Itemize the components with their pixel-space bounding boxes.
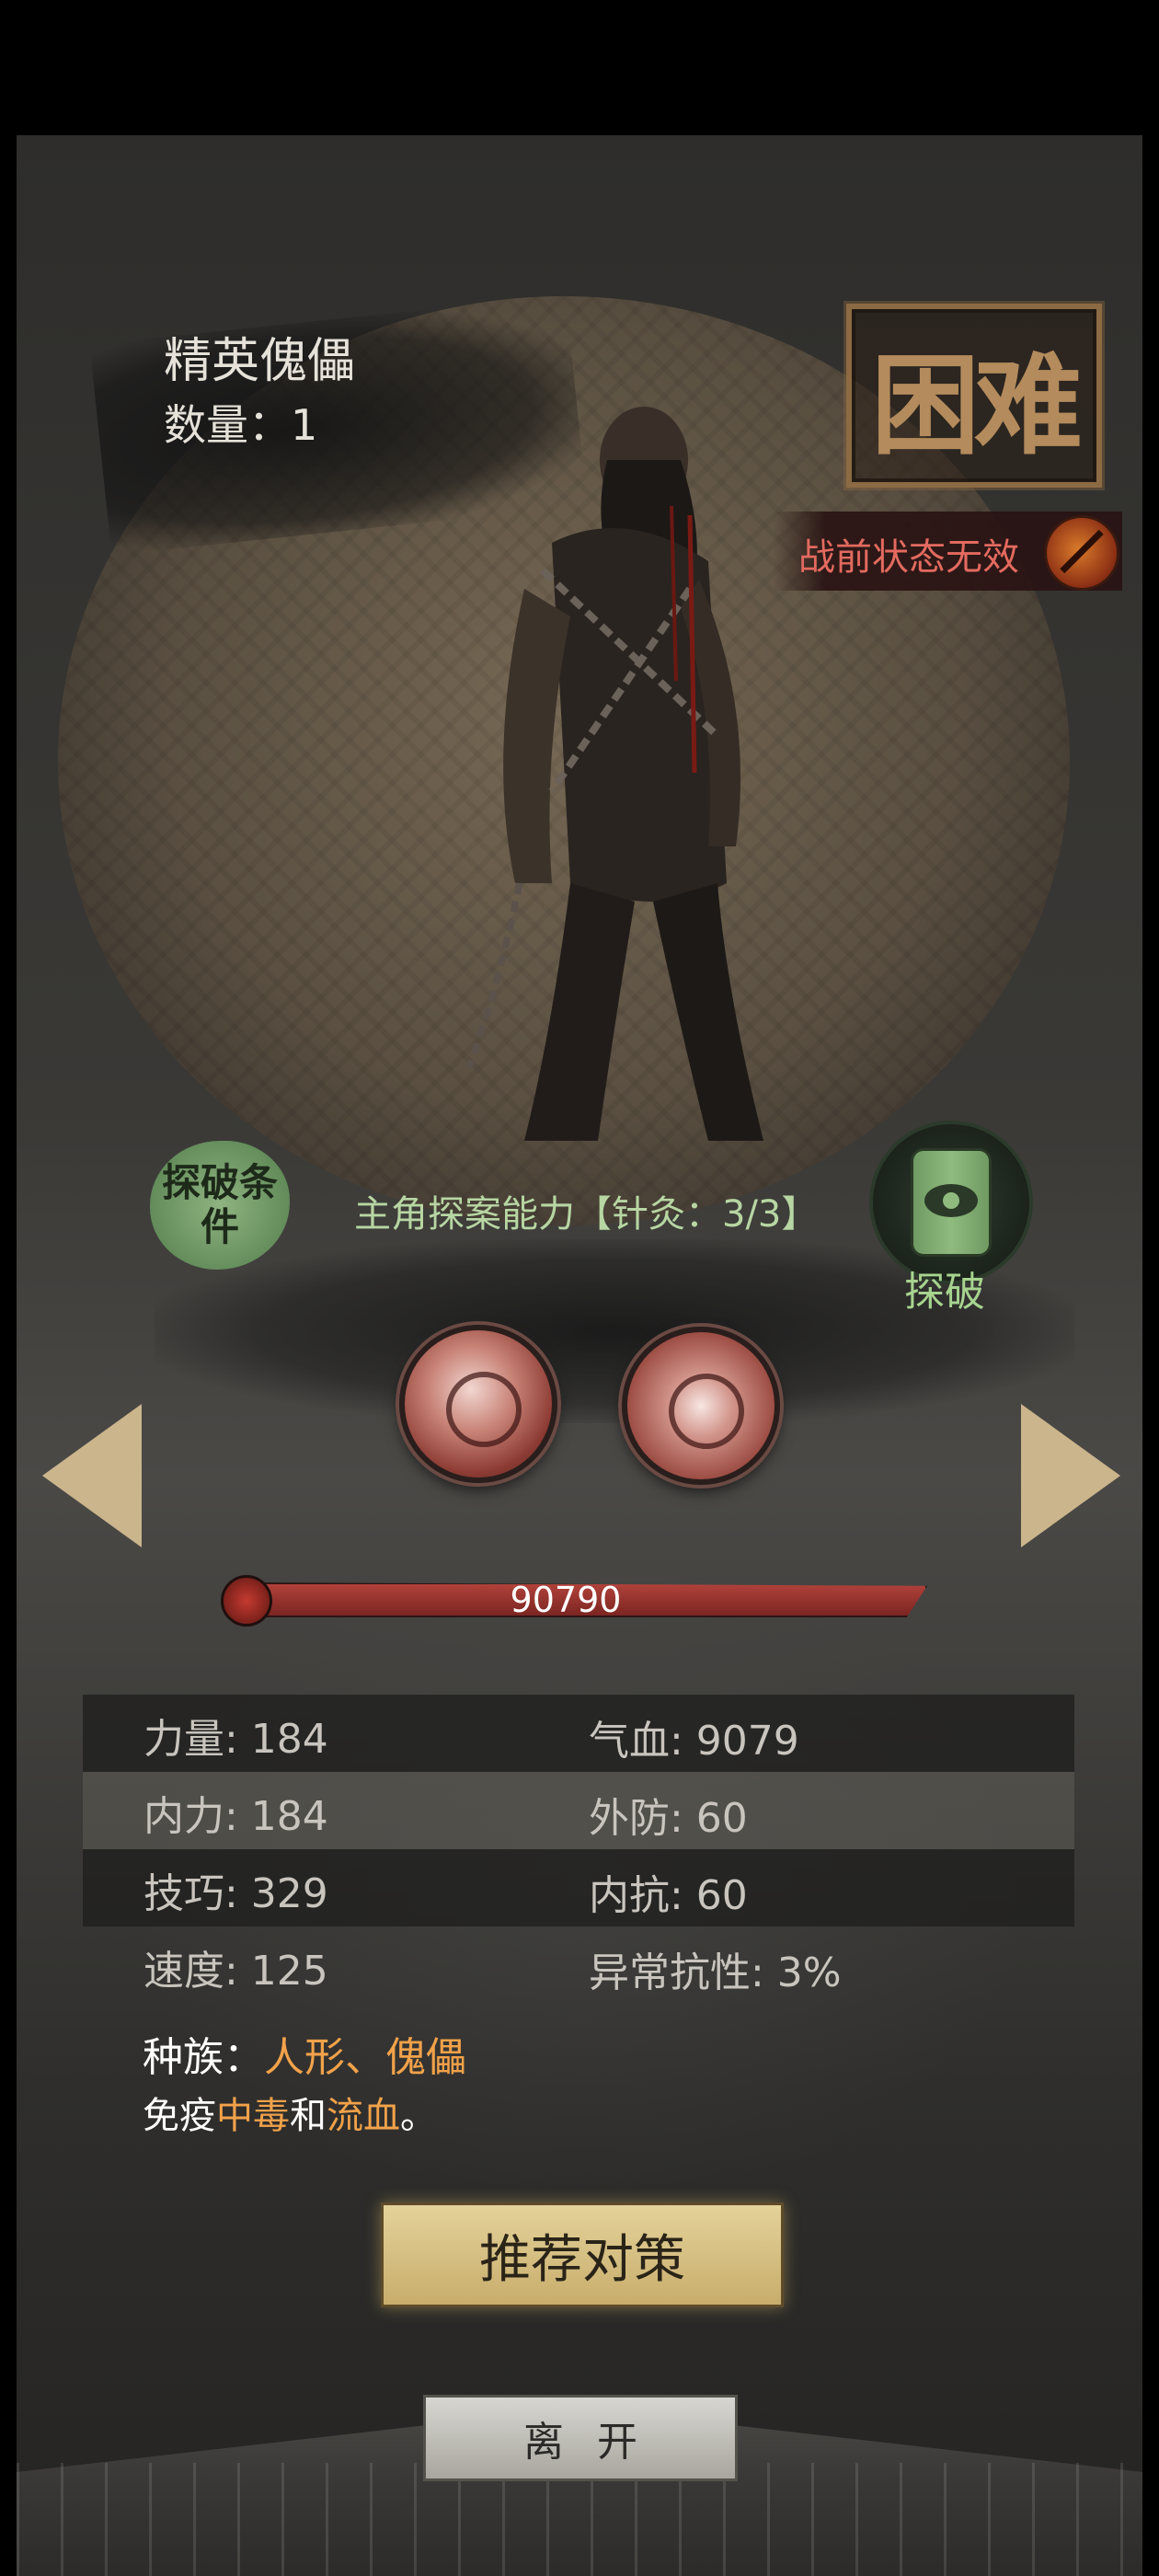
reveal-condition-text: 主角探案能力【针灸：3/3】	[354, 1193, 819, 1236]
immune-join: 和	[290, 2095, 327, 2137]
recommend-strategy-button[interactable]: 推荐对策	[381, 2202, 784, 2307]
stats-table: 力量: 184 气血: 9079 内力: 184 外防: 60 技巧: 329 …	[83, 1695, 1074, 2004]
stat-strength: 力量: 184	[143, 1716, 328, 1763]
hp-value: 90790	[510, 1580, 622, 1620]
immune-poison: 中毒	[216, 2095, 290, 2137]
stat-inner-power: 内力: 184	[143, 1793, 328, 1840]
immune-suffix: 。	[400, 2095, 437, 2137]
lantern-eye-icon	[911, 1148, 992, 1257]
next-enemy-arrow[interactable]	[1021, 1404, 1120, 1547]
difficulty-seal: 困难	[846, 304, 1102, 488]
leave-button[interactable]: 离开	[423, 2395, 738, 2481]
skill-burst-icon	[669, 1374, 744, 1449]
stat-row: 内力: 184 外防: 60	[83, 1772, 1074, 1849]
stat-skill: 技巧: 329	[143, 1870, 328, 1917]
enemy-name: 精英傀儡	[164, 334, 356, 389]
stat-row: 力量: 184 气血: 9079	[83, 1695, 1074, 1772]
immune-bleed: 流血	[327, 2095, 400, 2137]
stat-row: 速度: 125 异常抗性: 3%	[83, 1926, 1074, 2004]
skill-swirl-icon	[446, 1372, 522, 1447]
previous-enemy-arrow[interactable]	[42, 1404, 142, 1547]
stat-row: 技巧: 329 内抗: 60	[83, 1849, 1074, 1926]
stat-inner-resist: 内抗: 60	[589, 1872, 748, 1919]
race-label: 种族：	[143, 2034, 264, 2081]
immunity-line: 免疫中毒和流血。	[143, 2086, 437, 2139]
stat-outer-defense: 外防: 60	[589, 1795, 748, 1842]
immune-prefix: 免疫	[143, 2095, 216, 2137]
stat-status-resist: 异常抗性: 3%	[589, 1949, 842, 1996]
enemy-puppet-portrait	[465, 407, 763, 1141]
disabled-status-icon[interactable]	[1044, 515, 1119, 591]
race-line: 种族：人形、傀儡	[143, 2024, 466, 2083]
stat-speed: 速度: 125	[143, 1948, 328, 1995]
skill-icon-1[interactable]	[399, 1325, 557, 1483]
eye-icon	[924, 1184, 978, 1217]
enemy-count: 数量：1	[164, 400, 318, 450]
race-value: 人形、傀儡	[264, 2034, 466, 2081]
hp-bar: 90790	[221, 1575, 938, 1627]
skill-icon-2[interactable]	[622, 1327, 780, 1485]
reveal-button-label[interactable]: 探破	[904, 1259, 985, 1317]
stat-vitality: 气血: 9079	[589, 1718, 799, 1765]
battle-status-text: 战前状态无效	[798, 536, 1019, 579]
